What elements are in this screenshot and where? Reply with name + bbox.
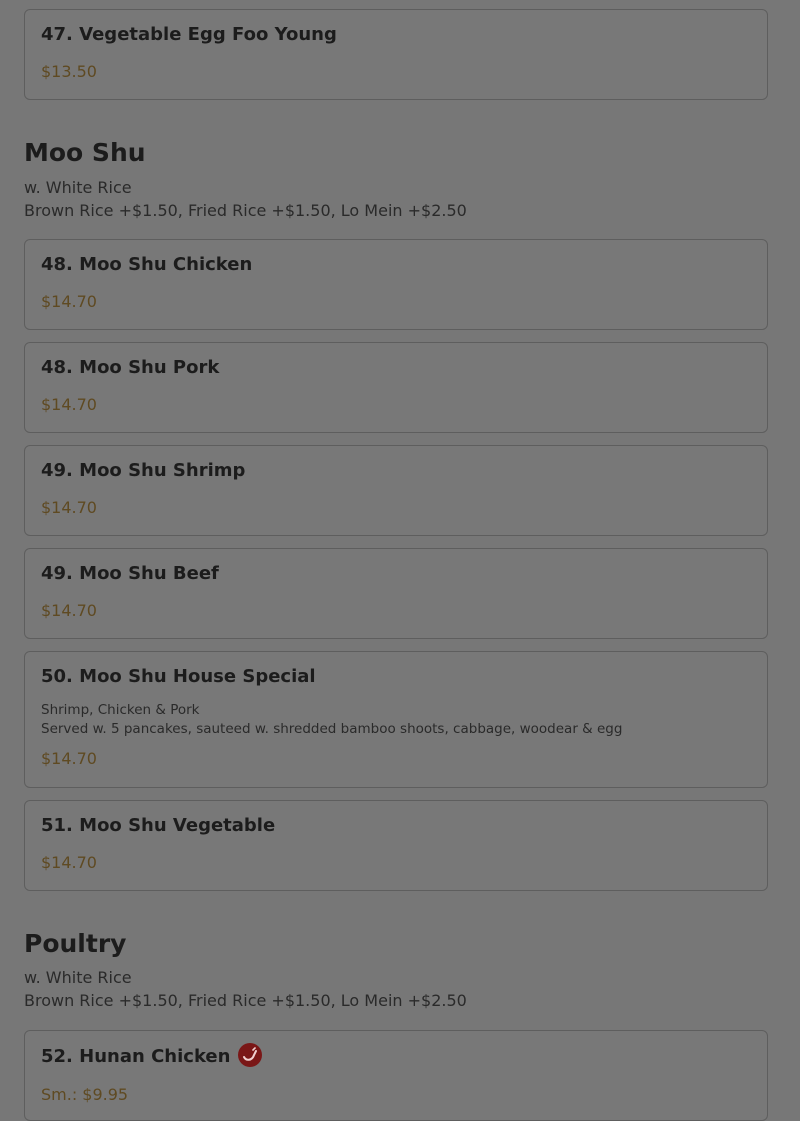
menu-item-description: Shrimp, Chicken & Pork xyxy=(41,702,200,718)
menu-item-title: 48. Moo Shu Pork xyxy=(41,357,220,378)
menu-item-card[interactable]: 51. Moo Shu Vegetable $14.70 xyxy=(24,800,768,891)
section-title-moo-shu: Moo Shu xyxy=(24,138,146,167)
menu-item-card[interactable]: 48. Moo Shu Chicken $14.70 xyxy=(24,239,768,330)
section-note: w. White Rice xyxy=(24,968,132,987)
menu-item-price: $14.70 xyxy=(41,395,97,414)
menu-item-title: 48. Moo Shu Chicken xyxy=(41,254,253,275)
menu-item-price: $13.50 xyxy=(41,62,97,81)
menu-item-title: 52. Hunan Chicken xyxy=(41,1043,263,1069)
menu-item-title: 50. Moo Shu House Special xyxy=(41,666,316,687)
menu-item-description: Served w. 5 pancakes, sauteed w. shredde… xyxy=(41,721,623,737)
menu-item-price: $14.70 xyxy=(41,292,97,311)
menu-item-title: 47. Vegetable Egg Foo Young xyxy=(41,24,337,45)
menu-item-price: $14.70 xyxy=(41,749,97,768)
menu-item-price: $14.70 xyxy=(41,498,97,517)
section-title-poultry: Poultry xyxy=(24,929,127,958)
menu-item-price: $14.70 xyxy=(41,601,97,620)
menu-item-card[interactable]: 49. Moo Shu Shrimp $14.70 xyxy=(24,445,768,536)
menu-item-card[interactable]: 52. Hunan Chicken Sm.: $9.95 xyxy=(24,1030,768,1121)
menu-item-title: 51. Moo Shu Vegetable xyxy=(41,815,276,836)
menu-item-title: 49. Moo Shu Shrimp xyxy=(41,460,246,481)
section-note: w. White Rice xyxy=(24,178,132,197)
menu-item-title-text: 52. Hunan Chicken xyxy=(41,1046,231,1067)
menu-item-title: 49. Moo Shu Beef xyxy=(41,563,219,584)
section-note: Brown Rice +$1.50, Fried Rice +$1.50, Lo… xyxy=(24,991,467,1010)
section-note: Brown Rice +$1.50, Fried Rice +$1.50, Lo… xyxy=(24,201,467,220)
chili-pepper-icon xyxy=(238,1043,263,1067)
menu-item-card[interactable]: 47. Vegetable Egg Foo Young $13.50 xyxy=(24,9,768,100)
menu-item-price: $14.70 xyxy=(41,853,97,872)
menu-item-card[interactable]: 50. Moo Shu House Special Shrimp, Chicke… xyxy=(24,651,768,788)
menu-item-card[interactable]: 48. Moo Shu Pork $14.70 xyxy=(24,342,768,433)
menu-item-price: Sm.: $9.95 xyxy=(41,1085,129,1104)
menu-item-card[interactable]: 49. Moo Shu Beef $14.70 xyxy=(24,548,768,639)
